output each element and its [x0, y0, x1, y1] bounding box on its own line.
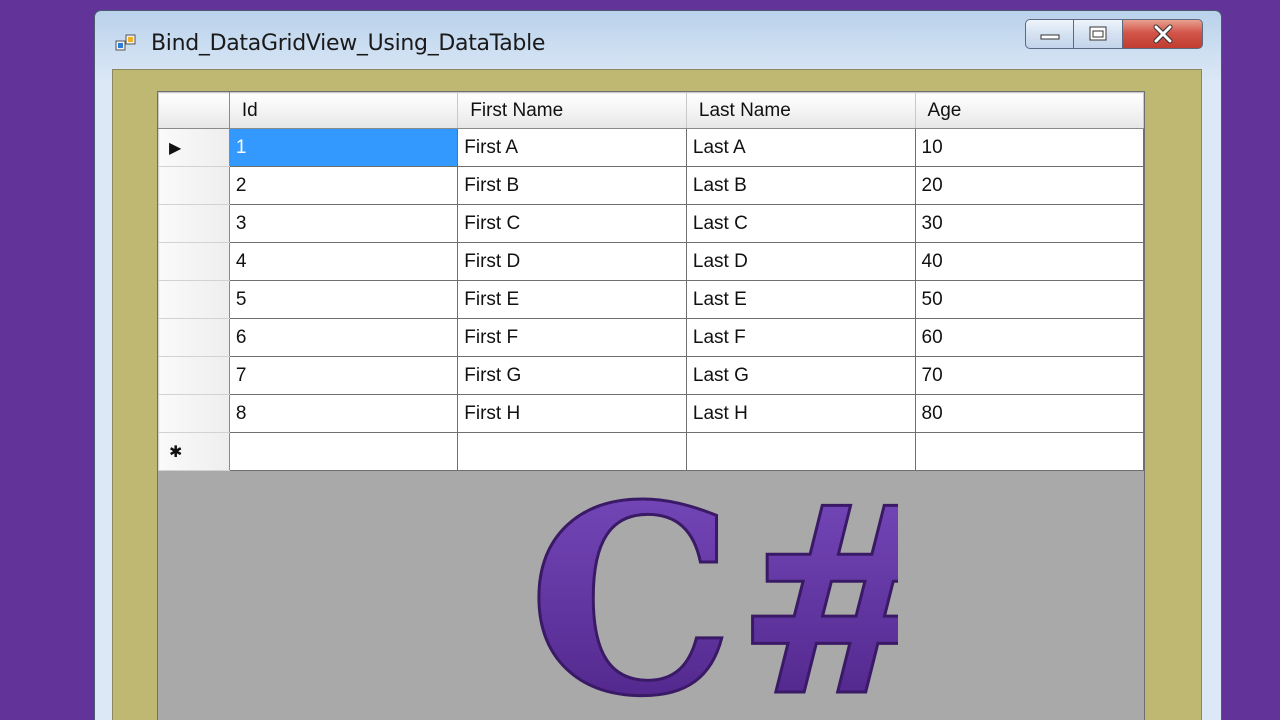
cell-first-name[interactable]: First F [457, 318, 687, 357]
row-header[interactable] [158, 394, 230, 433]
new-row-asterisk-icon: ✱ [169, 443, 183, 461]
current-row-arrow-icon: ▶ [169, 139, 182, 157]
cell-first-name[interactable]: First B [457, 166, 687, 205]
cell-age[interactable]: 70 [914, 356, 1145, 395]
cell-last-name[interactable] [685, 432, 916, 471]
cell-last-name[interactable]: Last E [685, 280, 916, 319]
cell-last-name[interactable]: Last F [685, 318, 916, 357]
cell-age[interactable]: 20 [914, 166, 1145, 205]
column-header-row: Id First Name Last Name Age [158, 92, 1145, 129]
table-row[interactable]: 8 First H Last H 80 [158, 394, 1145, 433]
maximize-button[interactable] [1074, 19, 1123, 49]
app-icon[interactable] [115, 33, 137, 53]
cell-first-name[interactable]: First C [457, 204, 687, 243]
row-header[interactable] [158, 280, 230, 319]
cell-age[interactable] [914, 432, 1145, 471]
cell-first-name[interactable] [457, 432, 687, 471]
cell-age[interactable]: 30 [914, 204, 1145, 243]
column-header-id[interactable]: Id [228, 92, 459, 129]
table-row[interactable]: ▶ 1 First A Last A 10 [158, 128, 1145, 167]
row-header[interactable]: ▶ [158, 128, 230, 167]
cell-first-name[interactable]: First E [457, 280, 687, 319]
cell-first-name[interactable]: First D [457, 242, 687, 281]
cell-id[interactable]: 4 [228, 242, 459, 281]
grid-corner-header[interactable] [158, 92, 230, 129]
cell-first-name[interactable]: First G [457, 356, 687, 395]
table-row[interactable]: 5 First E Last E 50 [158, 280, 1145, 319]
cell-age[interactable]: 40 [914, 242, 1145, 281]
caption-buttons [1025, 19, 1203, 51]
minimize-icon [1040, 34, 1059, 40]
csharp-logo-text: C# [528, 496, 898, 712]
table-row[interactable]: 7 First G Last G 70 [158, 356, 1145, 395]
row-header[interactable] [158, 204, 230, 243]
close-icon [1153, 24, 1172, 44]
cell-id[interactable]: 2 [228, 166, 459, 205]
window-title: Bind_DataGridView_Using_DataTable [151, 31, 546, 56]
row-header[interactable]: ✱ [158, 432, 230, 471]
title-bar[interactable]: Bind_DataGridView_Using_DataTable [95, 11, 1221, 67]
cell-last-name[interactable]: Last B [685, 166, 916, 205]
column-header-first-name[interactable]: First Name [457, 92, 687, 129]
cell-last-name[interactable]: Last D [685, 242, 916, 281]
close-button[interactable] [1123, 19, 1203, 49]
row-header[interactable] [158, 318, 230, 357]
table-row[interactable]: 4 First D Last D 40 [158, 242, 1145, 281]
column-header-age[interactable]: Age [914, 92, 1145, 129]
app-window: Bind_DataGridView_Using_DataTable Id Fir… [94, 10, 1222, 720]
data-grid-view[interactable]: Id First Name Last Name Age ▶ 1 First A … [157, 91, 1145, 720]
cell-id[interactable]: 3 [228, 204, 459, 243]
cell-first-name[interactable]: First H [457, 394, 687, 433]
column-header-last-name[interactable]: Last Name [685, 92, 916, 129]
minimize-button[interactable] [1025, 19, 1074, 49]
row-header[interactable] [158, 166, 230, 205]
cell-id[interactable]: 1 [228, 128, 459, 167]
cell-id[interactable]: 8 [228, 394, 459, 433]
grid-table: Id First Name Last Name Age ▶ 1 First A … [158, 92, 1145, 471]
table-row[interactable]: 6 First F Last F 60 [158, 318, 1145, 357]
new-row[interactable]: ✱ [158, 432, 1145, 471]
cell-last-name[interactable]: Last C [685, 204, 916, 243]
maximize-icon [1089, 26, 1107, 41]
table-row[interactable]: 2 First B Last B 20 [158, 166, 1145, 205]
cell-age[interactable]: 80 [914, 394, 1145, 433]
cell-id[interactable]: 7 [228, 356, 459, 395]
cell-age[interactable]: 10 [914, 128, 1145, 167]
cell-last-name[interactable]: Last H [685, 394, 916, 433]
cell-age[interactable]: 60 [914, 318, 1145, 357]
row-header[interactable] [158, 356, 230, 395]
csharp-logo: C# [528, 496, 898, 712]
cell-id[interactable] [228, 432, 459, 471]
row-header[interactable] [158, 242, 230, 281]
cell-age[interactable]: 50 [914, 280, 1145, 319]
cell-id[interactable]: 6 [228, 318, 459, 357]
cell-first-name[interactable]: First A [457, 128, 687, 167]
cell-id[interactable]: 5 [228, 280, 459, 319]
table-row[interactable]: 3 First C Last C 30 [158, 204, 1145, 243]
cell-last-name[interactable]: Last G [685, 356, 916, 395]
cell-last-name[interactable]: Last A [685, 128, 916, 167]
